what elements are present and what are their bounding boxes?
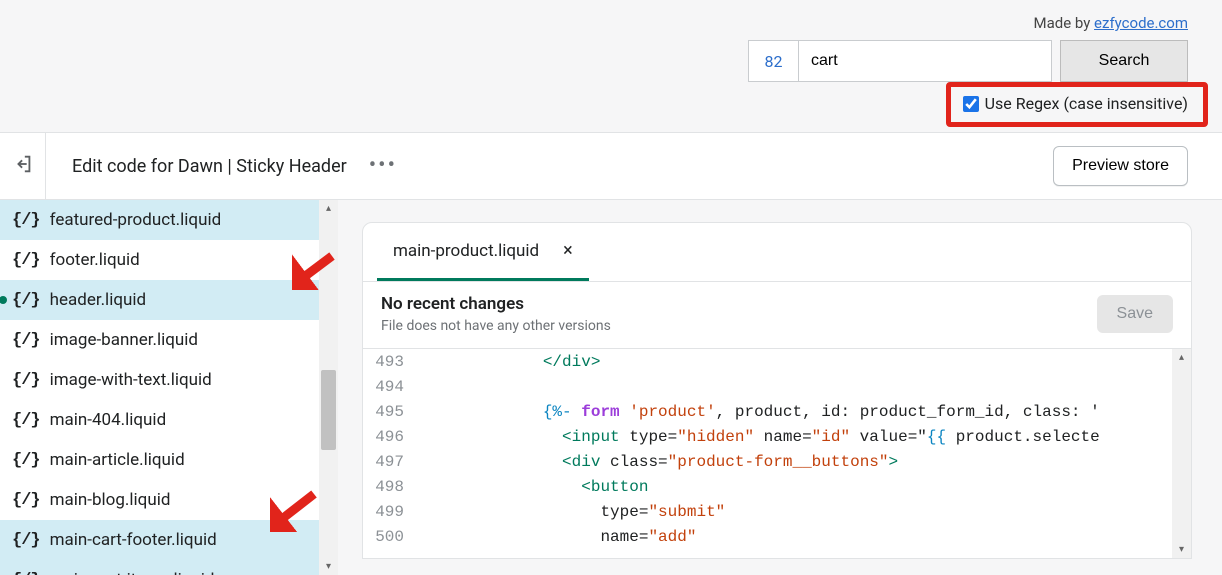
- file-label: footer.liquid: [50, 250, 140, 270]
- code-line[interactable]: 498 <button: [363, 474, 1191, 499]
- file-item[interactable]: {/} main-404.liquid: [0, 400, 338, 440]
- code-line[interactable]: 496 <input type="hidden" name="id" value…: [363, 424, 1191, 449]
- tab-bar: main-product.liquid ×: [363, 223, 1191, 281]
- code-content: <div class="product-form__buttons">: [418, 453, 1191, 471]
- regex-checkbox[interactable]: [963, 96, 979, 112]
- file-item[interactable]: {/} main-article.liquid: [0, 440, 338, 480]
- page-title: Edit code for Dawn | Sticky Header: [46, 156, 347, 177]
- code-content: <input type="hidden" name="id" value="{{…: [418, 428, 1191, 446]
- tab-main-product[interactable]: main-product.liquid ×: [377, 223, 589, 281]
- changes-subtitle: File does not have any other versions: [381, 318, 611, 334]
- code-line[interactable]: 495 {%- form 'product', product, id: pro…: [363, 399, 1191, 424]
- file-label: image-with-text.liquid: [50, 370, 212, 390]
- line-number: 498: [363, 478, 418, 496]
- line-number: 497: [363, 453, 418, 471]
- search-input[interactable]: [798, 40, 1052, 82]
- line-number: 500: [363, 528, 418, 546]
- code-scrollbar[interactable]: ▴ ▾: [1172, 349, 1191, 558]
- liquid-file-icon: {/}: [12, 291, 40, 310]
- scroll-thumb[interactable]: [321, 370, 336, 450]
- liquid-file-icon: {/}: [12, 331, 40, 350]
- liquid-file-icon: {/}: [12, 531, 40, 550]
- file-item[interactable]: {/} image-with-text.liquid: [0, 360, 338, 400]
- file-item[interactable]: {/} footer.liquid: [0, 240, 338, 280]
- liquid-file-icon: {/}: [12, 211, 40, 230]
- code-content: </div>: [418, 353, 1191, 371]
- file-item[interactable]: {/} main-cart-footer.liquid: [0, 520, 338, 560]
- code-line[interactable]: 494: [363, 374, 1191, 399]
- changes-title: No recent changes: [381, 294, 611, 314]
- save-button[interactable]: Save: [1097, 295, 1173, 333]
- more-menu[interactable]: •••: [369, 155, 397, 177]
- liquid-file-icon: {/}: [12, 411, 40, 430]
- file-item[interactable]: {/} main-blog.liquid: [0, 480, 338, 520]
- regex-label: Use Regex (case insensitive): [985, 94, 1188, 113]
- line-number: 499: [363, 503, 418, 521]
- scroll-up-icon[interactable]: ▴: [319, 200, 338, 217]
- line-number: 494: [363, 378, 418, 396]
- code-line[interactable]: 500 name="add": [363, 524, 1191, 549]
- liquid-file-icon: {/}: [12, 491, 40, 510]
- code-line[interactable]: 493 </div>: [363, 349, 1191, 374]
- regex-checkbox-row[interactable]: Use Regex (case insensitive): [953, 86, 1202, 121]
- liquid-file-icon: {/}: [12, 371, 40, 390]
- exit-icon: [12, 153, 34, 179]
- attribution-link[interactable]: ezfycode.com: [1094, 14, 1188, 32]
- tab-label: main-product.liquid: [393, 241, 539, 261]
- preview-store-button[interactable]: Preview store: [1053, 146, 1188, 186]
- modified-dot-icon: [0, 296, 7, 304]
- code-line[interactable]: 499 type="submit": [363, 499, 1191, 524]
- line-number: 493: [363, 353, 418, 371]
- code-editor[interactable]: 493 </div>494495 {%- form 'product', pro…: [362, 349, 1192, 559]
- line-number: 496: [363, 428, 418, 446]
- back-button[interactable]: [0, 133, 46, 199]
- line-number: 495: [363, 403, 418, 421]
- file-item[interactable]: {/} image-banner.liquid: [0, 320, 338, 360]
- liquid-file-icon: {/}: [12, 451, 40, 470]
- file-label: main-article.liquid: [50, 450, 185, 470]
- file-label: main-cart-items.liquid: [50, 570, 215, 575]
- code-line[interactable]: 497 <div class="product-form__buttons">: [363, 449, 1191, 474]
- file-sidebar: {/} featured-product.liquid {/} footer.liqu…: [0, 200, 338, 575]
- sidebar-scrollbar[interactable]: ▴ ▾: [319, 200, 338, 575]
- code-content: type="submit": [418, 503, 1191, 521]
- file-label: main-404.liquid: [50, 410, 167, 430]
- file-item[interactable]: {/} main-cart-items.liquid: [0, 560, 338, 575]
- liquid-file-icon: {/}: [12, 251, 40, 270]
- code-content: <button: [418, 478, 1191, 496]
- file-label: main-blog.liquid: [50, 490, 171, 510]
- file-item[interactable]: {/} header.liquid: [0, 280, 338, 320]
- code-content: {%- form 'product', product, id: product…: [418, 403, 1191, 421]
- file-label: image-banner.liquid: [50, 330, 198, 350]
- file-item[interactable]: {/} featured-product.liquid: [0, 200, 338, 240]
- attribution: Made by ezfycode.com: [1033, 14, 1188, 32]
- scroll-down-icon[interactable]: ▾: [319, 558, 338, 575]
- file-label: featured-product.liquid: [50, 210, 222, 230]
- liquid-file-icon: {/}: [12, 571, 40, 575]
- scroll-up-icon[interactable]: ▴: [1172, 349, 1191, 366]
- close-icon[interactable]: ×: [563, 240, 573, 261]
- match-count: 82: [748, 40, 798, 82]
- search-button[interactable]: Search: [1060, 40, 1188, 82]
- file-label: header.liquid: [50, 290, 146, 310]
- file-label: main-cart-footer.liquid: [50, 530, 217, 550]
- scroll-down-icon[interactable]: ▾: [1172, 541, 1191, 558]
- code-content: name="add": [418, 528, 1191, 546]
- editor-header: Edit code for Dawn | Sticky Header ••• P…: [0, 132, 1222, 200]
